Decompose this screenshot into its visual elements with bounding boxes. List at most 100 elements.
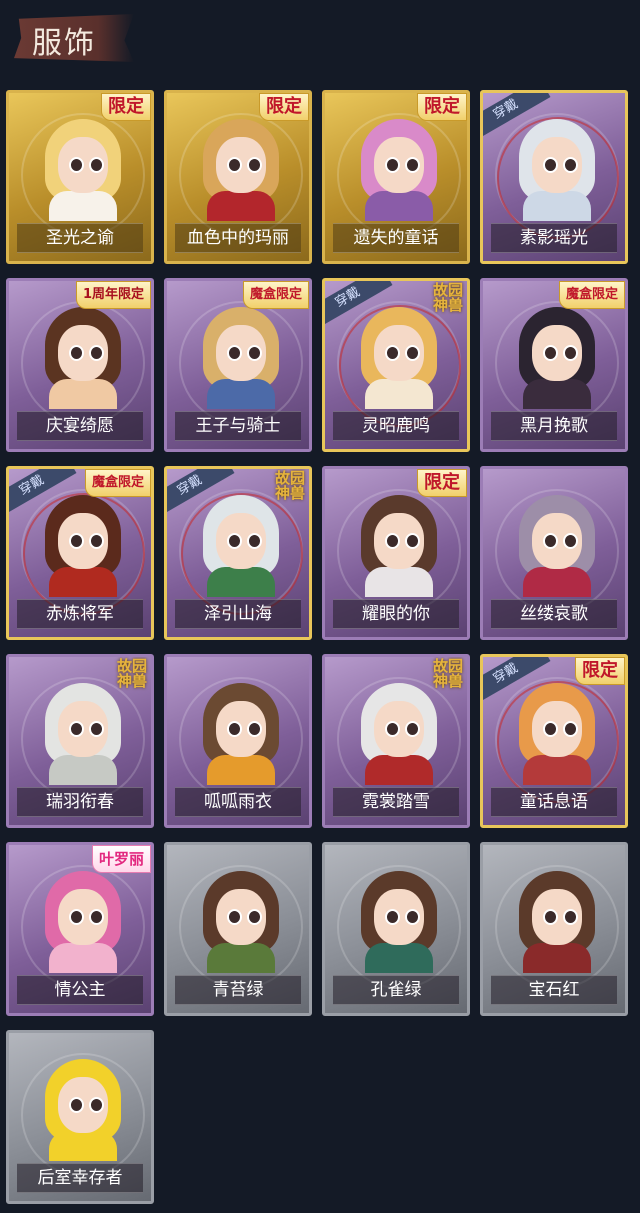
portrait-outfit <box>207 755 275 785</box>
outfit-card[interactable]: 限定 圣光之谕 <box>6 90 154 264</box>
outfit-name: 王子与骑士 <box>175 411 301 441</box>
character-portrait <box>199 119 283 221</box>
outfit-card[interactable]: 魔盒限定 黑月挽歌 <box>480 278 628 452</box>
portrait-eye <box>385 909 400 925</box>
outfit-card[interactable]: 宝石红 <box>480 842 628 1016</box>
outfit-name: 童话息语 <box>491 787 617 817</box>
character-portrait <box>515 871 599 973</box>
character-portrait <box>515 307 599 409</box>
character-portrait <box>199 683 283 785</box>
outfit-tag-badge: 故园神兽 <box>432 281 463 314</box>
outfit-name: 圣光之谕 <box>17 223 143 253</box>
portrait-outfit <box>365 567 433 597</box>
outfit-name: 耀眼的你 <box>333 599 459 629</box>
portrait-eye <box>543 157 558 173</box>
outfit-card[interactable]: 故园神兽 穿戴 灵昭鹿鸣 <box>322 278 470 452</box>
outfit-card[interactable]: 魔盒限定 穿戴 赤炼将军 <box>6 466 154 640</box>
character-portrait <box>41 1059 125 1161</box>
outfit-name: 宝石红 <box>491 975 617 1005</box>
character-portrait <box>199 495 283 597</box>
outfit-card[interactable]: 呱呱雨衣 <box>164 654 312 828</box>
portrait-eye <box>69 533 84 549</box>
outfit-card[interactable]: 限定 耀眼的你 <box>322 466 470 640</box>
outfit-card[interactable]: 限定血色中的玛丽 <box>164 90 312 264</box>
outfit-tag-badge: 魔盒限定 <box>84 469 151 497</box>
portrait-outfit <box>49 943 117 973</box>
portrait-outfit <box>49 191 117 221</box>
portrait-eye <box>563 721 578 737</box>
character-portrait <box>41 119 125 221</box>
portrait-eye <box>543 721 558 737</box>
character-portrait <box>357 119 441 221</box>
outfit-name: 孔雀绿 <box>333 975 459 1005</box>
portrait-outfit <box>523 567 591 597</box>
header: 服饰 <box>0 0 640 70</box>
outfit-card[interactable]: 孔雀绿 <box>322 842 470 1016</box>
portrait-eye <box>69 909 84 925</box>
portrait-eye <box>69 721 84 737</box>
portrait-outfit <box>49 1131 117 1161</box>
character-portrait <box>41 871 125 973</box>
outfit-name: 庆宴绮愿 <box>17 411 143 441</box>
portrait-eye <box>227 157 242 173</box>
outfit-tag-badge: 故园神兽 <box>274 469 305 502</box>
outfit-name: 霓裳踏雪 <box>333 787 459 817</box>
portrait-outfit <box>523 191 591 221</box>
outfit-name: 赤炼将军 <box>17 599 143 629</box>
outfit-card[interactable]: 魔盒限定 王子与骑士 <box>164 278 312 452</box>
character-portrait <box>41 495 125 597</box>
portrait-eye <box>563 533 578 549</box>
portrait-outfit <box>207 943 275 973</box>
outfit-name: 情公主 <box>17 975 143 1005</box>
outfit-name: 素影瑶光 <box>491 223 617 253</box>
outfit-name: 泽引山海 <box>175 599 301 629</box>
outfit-card[interactable]: 青苔绿 <box>164 842 312 1016</box>
outfit-name: 遗失的童话 <box>333 223 459 253</box>
outfit-tag-badge: 限定 <box>417 93 467 121</box>
outfit-name: 呱呱雨衣 <box>175 787 301 817</box>
portrait-eye <box>247 909 262 925</box>
portrait-eye <box>227 345 242 361</box>
outfit-tag-badge: 限定 <box>259 93 309 121</box>
portrait-outfit <box>49 755 117 785</box>
outfit-tag-badge: 故园神兽 <box>432 657 463 690</box>
portrait-outfit <box>523 379 591 409</box>
character-portrait <box>357 495 441 597</box>
character-portrait <box>515 683 599 785</box>
outfit-name: 血色中的玛丽 <box>175 223 301 253</box>
portrait-eye <box>543 345 558 361</box>
outfit-card[interactable]: 故园神兽 穿戴 泽引山海 <box>164 466 312 640</box>
portrait-eye <box>385 157 400 173</box>
portrait-outfit <box>365 379 433 409</box>
portrait-eye <box>227 721 242 737</box>
outfit-card[interactable]: 限定 穿戴 童话息语 <box>480 654 628 828</box>
outfit-name: 黑月挽歌 <box>491 411 617 441</box>
portrait-eye <box>89 533 104 549</box>
portrait-eye <box>69 345 84 361</box>
portrait-eye <box>89 157 104 173</box>
portrait-outfit <box>365 943 433 973</box>
outfit-card[interactable]: 叶罗丽情公主 <box>6 842 154 1016</box>
character-portrait <box>199 871 283 973</box>
outfit-tag-badge: 叶罗丽 <box>91 845 151 873</box>
portrait-outfit <box>49 567 117 597</box>
page-title: 服饰 <box>32 26 96 61</box>
portrait-outfit <box>49 379 117 409</box>
outfit-name: 丝缕哀歌 <box>491 599 617 629</box>
outfit-card[interactable]: 1周年限定 庆宴绮愿 <box>6 278 154 452</box>
outfit-card[interactable]: 后室幸存者 <box>6 1030 154 1204</box>
portrait-eye <box>89 721 104 737</box>
outfit-card[interactable]: 故园神兽霓裳踏雪 <box>322 654 470 828</box>
outfit-card[interactable]: 穿戴 素影瑶光 <box>480 90 628 264</box>
portrait-eye <box>227 533 242 549</box>
portrait-eye <box>563 909 578 925</box>
portrait-eye <box>89 1097 104 1113</box>
portrait-eye <box>543 909 558 925</box>
outfit-card[interactable]: 丝缕哀歌 <box>480 466 628 640</box>
portrait-eye <box>405 157 420 173</box>
character-portrait <box>515 495 599 597</box>
portrait-eye <box>89 909 104 925</box>
character-portrait <box>357 871 441 973</box>
outfit-card[interactable]: 限定遗失的童话 <box>322 90 470 264</box>
outfit-card[interactable]: 故园神兽 瑞羽衔春 <box>6 654 154 828</box>
